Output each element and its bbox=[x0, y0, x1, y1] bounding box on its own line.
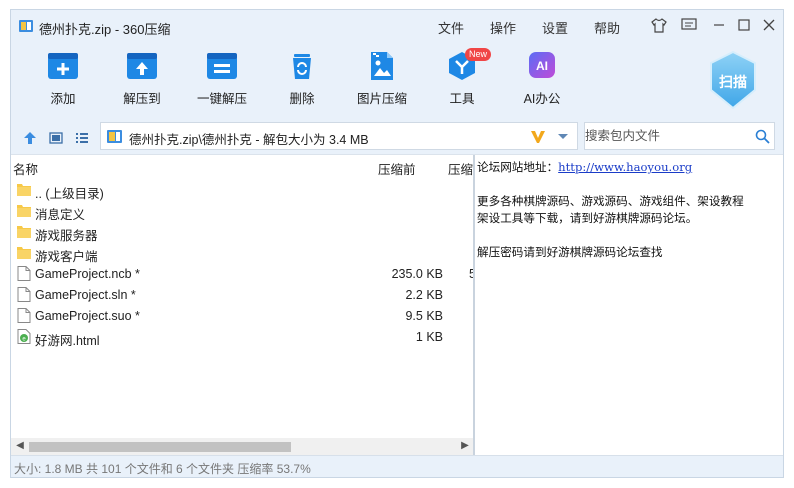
minimize-icon bbox=[714, 24, 724, 26]
archive-comment-pane: 论坛网站地址：http://www.haoyou.org 更多各种棋牌源码、游戏… bbox=[475, 155, 783, 455]
add-button[interactable]: 添加 bbox=[30, 50, 96, 107]
search-box bbox=[584, 122, 775, 150]
extract-to-label: 解压到 bbox=[123, 92, 161, 106]
status-bar: 大小: 1.8 MB 共 101 个文件和 6 个文件夹 压缩率 53.7% bbox=[11, 455, 783, 477]
comment-link[interactable]: http://www.haoyou.org bbox=[558, 160, 692, 174]
ai-icon: AI bbox=[529, 52, 555, 78]
column-header-compressed[interactable]: 压缩前 bbox=[378, 159, 416, 178]
file-name: 好游网.html bbox=[35, 334, 100, 348]
file-size: 1 KB bbox=[415, 330, 443, 344]
up-arrow-icon[interactable] bbox=[23, 131, 37, 145]
image-compress-button[interactable]: 图片压缩 bbox=[349, 50, 415, 107]
file-row[interactable]: 游戏服务器 bbox=[11, 221, 473, 243]
trash-icon bbox=[293, 54, 311, 79]
address-row: 德州扑克.zip\德州扑克 - 解包大小为 3.4 MB bbox=[11, 120, 783, 154]
file-row[interactable]: e 好游网.html 1 KB bbox=[11, 326, 473, 348]
extract-to-button[interactable]: 解压到 bbox=[109, 50, 175, 107]
add-label: 添加 bbox=[50, 92, 76, 106]
ai-office-label: AI办公 bbox=[523, 92, 561, 106]
html-file-icon: e bbox=[17, 329, 31, 344]
comment-line-1: 论坛网站地址：http://www.haoyou.org bbox=[477, 159, 783, 176]
archive-app-icon bbox=[19, 20, 33, 32]
one-click-extract-label: 一键解压 bbox=[196, 92, 247, 106]
content-area: 名称 压缩前 压缩 .. (上级目录) 消息定义 游戏服务器 游戏客户端 GamePro… bbox=[11, 154, 783, 455]
ai-icon-text: AI bbox=[536, 59, 548, 73]
status-text: 大小: 1.8 MB 共 101 个文件和 6 个文件夹 压缩率 53.7% bbox=[14, 462, 311, 476]
file-size: 9.5 KB bbox=[405, 309, 443, 323]
folder-icon bbox=[17, 226, 31, 238]
path-text: 德州扑克.zip\德州扑克 - 解包大小为 3.4 MB bbox=[129, 133, 369, 147]
file-row[interactable]: 消息定义 bbox=[11, 200, 473, 222]
tools-button[interactable]: New 工具 bbox=[429, 48, 495, 107]
menu-help[interactable]: 帮助 bbox=[594, 18, 620, 37]
tools-label: 工具 bbox=[449, 92, 475, 106]
file-row[interactable]: 游戏客户端 bbox=[11, 242, 473, 264]
scan-label: 扫描 bbox=[719, 74, 747, 90]
message-icon bbox=[681, 18, 697, 30]
file-icon bbox=[17, 266, 31, 281]
comment-line-3: 架设工具等下载，请到好游棋牌源码论坛。 bbox=[477, 211, 698, 225]
scroll-right-icon[interactable]: ▶ bbox=[459, 440, 471, 452]
scroll-left-icon[interactable]: ◀ bbox=[14, 440, 26, 452]
horizontal-scrollbar[interactable]: ◀ ▶ bbox=[11, 438, 473, 455]
file-name: GameProject.sln * bbox=[35, 288, 136, 302]
skin-button[interactable] bbox=[650, 16, 668, 34]
chevron-down-icon[interactable] bbox=[557, 133, 569, 141]
add-icon bbox=[48, 53, 78, 79]
delete-label: 删除 bbox=[289, 92, 315, 106]
ai-office-button[interactable]: AI AI办公 bbox=[509, 50, 575, 107]
one-click-extract-button[interactable]: 一键解压 bbox=[189, 50, 255, 107]
file-size: 2.2 KB bbox=[405, 288, 443, 302]
one-click-extract-icon bbox=[207, 53, 237, 79]
file-icon bbox=[17, 287, 31, 302]
app-window: 德州扑克.zip - 360压缩 文件 操作 设置 帮助 添加 解压到 一键解压… bbox=[10, 9, 784, 478]
file-row[interactable]: GameProject.suo * 9.5 KB bbox=[11, 305, 473, 326]
comment-url-prefix: 论坛网站地址： bbox=[477, 160, 559, 174]
folder-icon bbox=[17, 247, 31, 259]
path-bar[interactable]: 德州扑克.zip\德州扑克 - 解包大小为 3.4 MB bbox=[100, 122, 578, 150]
close-icon bbox=[763, 19, 775, 31]
menu-settings[interactable]: 设置 bbox=[542, 18, 568, 37]
scan-button[interactable]: 扫描 bbox=[707, 50, 759, 110]
minimize-button[interactable] bbox=[710, 16, 728, 34]
archive-icon bbox=[107, 130, 122, 143]
main-toolbar: 添加 解压到 一键解压 删除 图片压缩 New 工具 AI AI办公 扫描 bbox=[11, 42, 783, 120]
extract-to-icon bbox=[127, 53, 157, 79]
column-header-name[interactable]: 名称 bbox=[13, 159, 38, 178]
folder-icon bbox=[17, 184, 31, 196]
v-logo-icon[interactable] bbox=[530, 129, 546, 144]
image-compress-icon bbox=[371, 52, 393, 80]
maximize-button[interactable] bbox=[735, 16, 753, 34]
close-button[interactable] bbox=[760, 16, 778, 34]
file-row[interactable]: GameProject.ncb *235.0 KB5 bbox=[11, 263, 473, 284]
window-title: 德州扑克.zip - 360压缩 bbox=[39, 22, 171, 37]
file-name: GameProject.suo * bbox=[35, 309, 140, 323]
column-header-ratio[interactable]: 压缩 bbox=[448, 159, 473, 178]
file-row[interactable]: .. (上级目录) bbox=[11, 179, 473, 201]
menu-file[interactable]: 文件 bbox=[438, 18, 464, 37]
file-icon bbox=[17, 308, 31, 323]
feedback-button[interactable] bbox=[680, 16, 698, 34]
folder-icon bbox=[17, 205, 31, 217]
delete-button[interactable]: 删除 bbox=[269, 50, 335, 107]
comment-line-4: 解压密码请到好游棋牌源码论坛查找 bbox=[477, 245, 663, 259]
file-row[interactable]: GameProject.sln * 2.2 KB bbox=[11, 284, 473, 305]
maximize-icon bbox=[738, 19, 750, 31]
search-input[interactable] bbox=[585, 123, 745, 149]
search-icon[interactable] bbox=[755, 129, 770, 144]
comment-line-2: 更多各种棋牌源码、游戏源码、游戏组件、架设教程 bbox=[477, 194, 744, 208]
tshirt-icon bbox=[651, 17, 667, 33]
file-list: 名称 压缩前 压缩 .. (上级目录) 消息定义 游戏服务器 游戏客户端 GamePro… bbox=[11, 155, 473, 455]
menu-operation[interactable]: 操作 bbox=[490, 18, 516, 37]
file-size: 235.0 KB bbox=[391, 267, 443, 281]
list-view-icon[interactable] bbox=[75, 131, 89, 145]
image-compress-label: 图片压缩 bbox=[356, 92, 407, 106]
title-bar: 德州扑克.zip - 360压缩 文件 操作 设置 帮助 bbox=[11, 10, 783, 42]
thumbnail-view-icon[interactable] bbox=[49, 131, 63, 145]
new-badge: New bbox=[465, 48, 492, 61]
file-name: GameProject.ncb * bbox=[35, 267, 140, 281]
scrollbar-thumb[interactable] bbox=[29, 442, 291, 452]
